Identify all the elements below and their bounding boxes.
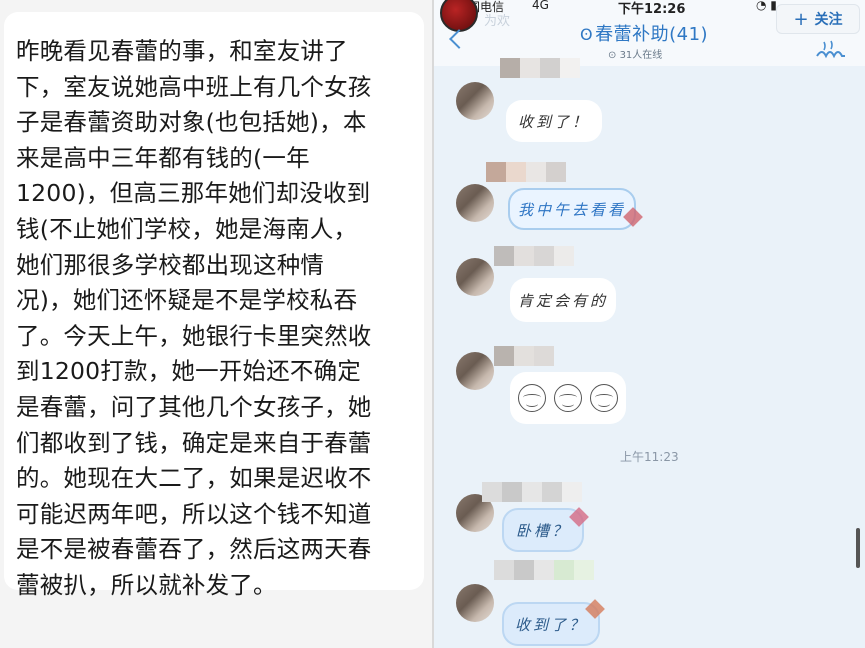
avatar[interactable] [456, 184, 494, 222]
sigh-emoji-icon [590, 384, 618, 412]
blurred-username [494, 246, 614, 266]
note-panel: 昨晚看见春蕾的事，和室友讲了 下，室友说她高中班上有几个女孩 子是春蕾资助对象(… [0, 0, 432, 648]
emoji-row [518, 384, 618, 412]
note-text: 昨晚看见春蕾的事，和室友讲了 下，室友说她高中班上有几个女孩 子是春蕾资助对象(… [16, 37, 372, 599]
avatar[interactable] [456, 82, 494, 120]
blurred-username [486, 162, 606, 182]
chevron-left-icon[interactable] [449, 29, 469, 49]
time-separator: 上午11:23 [620, 450, 679, 464]
chat-panel: 中国电信 4G 下午12:26 ◔ ▮ 为欢 ʘ 春蕾补助(41) ⊙ 31人在线… [434, 0, 865, 648]
avatar[interactable] [440, 0, 478, 32]
group-title[interactable]: ʘ 春蕾补助(41) [580, 20, 708, 46]
group-name: 春蕾补助(41) [595, 24, 709, 45]
scrollbar[interactable] [856, 528, 860, 568]
blurred-username [500, 58, 620, 78]
sigh-emoji-icon [518, 384, 546, 412]
message-bubble: 收到了！ [506, 100, 602, 142]
note-card: 昨晚看见春蕾的事，和室友讲了 下，室友说她高中班上有几个女孩 子是春蕾资助对象(… [4, 12, 424, 599]
plus-icon: + [793, 8, 809, 30]
blurred-username [482, 482, 602, 502]
chat-header: 中国电信 4G 下午12:26 ◔ ▮ 为欢 ʘ 春蕾补助(41) ⊙ 31人在线… [434, 0, 865, 66]
follow-button[interactable]: + 关注 [776, 4, 860, 34]
network-label: 4G [532, 0, 549, 12]
avatar[interactable] [456, 352, 494, 390]
sigh-emoji-icon [554, 384, 582, 412]
emoji-bubble [510, 372, 626, 424]
faded-title: 为欢 [484, 14, 511, 29]
message-bubble: 我中午去看看 [508, 188, 636, 230]
clock: 下午12:26 [618, 2, 686, 17]
ear-icon: ʘ [580, 25, 594, 44]
group-menu-icon[interactable] [814, 38, 848, 60]
avatar[interactable] [456, 258, 494, 296]
blurred-username [494, 346, 614, 366]
status-icons: ◔ ▮ [756, 0, 777, 12]
follow-label: 关注 [814, 12, 843, 28]
message-bubble: 肯定会有的 [510, 278, 616, 322]
blurred-username [494, 560, 614, 580]
avatar[interactable] [456, 584, 494, 622]
